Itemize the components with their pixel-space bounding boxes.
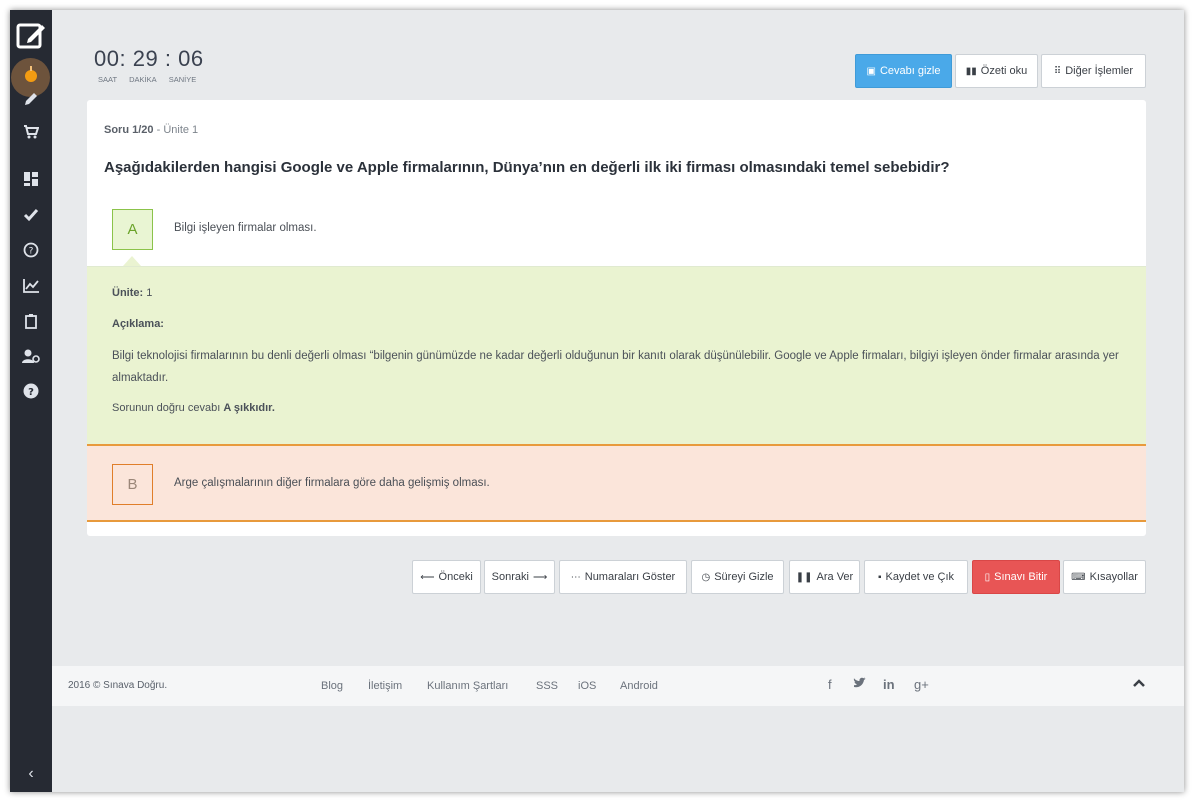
grid-icon: ⠿	[1053, 65, 1062, 77]
explanation-body: Bilgi teknolojisi firmalarının bu denli …	[112, 350, 1119, 384]
pencil-icon[interactable]	[10, 84, 52, 114]
chevron-up-icon[interactable]	[1132, 675, 1146, 693]
explanation-title: Açıklama:	[112, 318, 164, 330]
footer-link-faq[interactable]: SSS	[536, 680, 558, 692]
footer-link-contact[interactable]: İletişim	[368, 680, 402, 692]
shortcuts-label: Kısayollar	[1089, 571, 1138, 583]
correct-answer-bold: A şıkkıdır.	[223, 402, 275, 414]
arrow-left-icon: ⟵	[420, 571, 435, 583]
other-actions-label: Diğer İşlemler	[1065, 65, 1134, 77]
help-icon[interactable]: ?	[10, 376, 52, 406]
explanation-panel: Ünite: 1 Açıklama: Bilgi teknolojisi fir…	[87, 266, 1146, 446]
timer-sep: :	[164, 46, 172, 71]
option-b-letter[interactable]: B	[112, 464, 153, 505]
google-plus-icon[interactable]: g+	[914, 677, 929, 692]
question-card: Soru 1/20 - Ünite 1 Aşağıdakilerden hang…	[87, 100, 1146, 536]
option-b-text[interactable]: Arge çalışmalarının diğer firmalara göre…	[174, 477, 490, 489]
question-text: Aşağıdakilerden hangisi Google ve Apple …	[104, 159, 950, 176]
sidebar: ? ? ‹	[10, 10, 52, 792]
hide-time-label: Süreyi Gizle	[714, 571, 774, 583]
twitter-icon[interactable]	[853, 677, 867, 692]
copyright: 2016 © Sınava Doğru.	[68, 680, 168, 691]
timer-label-minutes: DAKİKA	[129, 75, 157, 84]
notification-dot-icon	[25, 70, 37, 82]
read-summary-label: Özeti oku	[980, 65, 1028, 77]
question-meta: Soru 1/20 - Ünite 1	[104, 124, 198, 136]
pause-icon: ❚❚	[795, 571, 813, 583]
shortcuts-button[interactable]: ⌨ Kısayollar	[1063, 560, 1146, 594]
correct-answer-note: Sorunun doğru cevabı A şıkkıdır.	[112, 402, 275, 414]
svg-text:?: ?	[29, 247, 34, 257]
footer-link-terms[interactable]: Kullanım Şartları	[427, 680, 508, 692]
previous-button[interactable]: ⟵ Önceki	[412, 560, 481, 594]
bookmark-icon: ▯	[984, 571, 991, 583]
cart-icon[interactable]	[10, 117, 52, 147]
save-exit-label: Kaydet ve Çık	[885, 571, 955, 583]
keyboard-icon: ⌨	[1071, 571, 1086, 583]
save-icon: ▪	[877, 571, 882, 583]
check-icon[interactable]	[10, 200, 52, 230]
app-window: ? ? ‹ 00: 29 : 06 SAAT DAKİKA SANİYE ▣ C…	[10, 10, 1184, 792]
option-b-row[interactable]: B Arge çalışmalarının diğer firmalara gö…	[87, 446, 1146, 522]
explanation-unit: Ünite: 1	[112, 287, 152, 299]
timer-labels: SAAT DAKİKA SANİYE	[94, 75, 206, 84]
footer-link-blog[interactable]: Blog	[321, 680, 343, 692]
chart-icon[interactable]	[10, 271, 52, 301]
show-numbers-label: Numaraları Göster	[584, 571, 676, 583]
clock-icon: ◷	[701, 571, 711, 583]
timer-label-hours: SAAT	[98, 75, 118, 84]
option-a-letter[interactable]: A	[112, 209, 153, 250]
hide-answer-label: Cevabı gizle	[879, 65, 941, 77]
next-button[interactable]: Sonraki ⟶	[484, 560, 555, 594]
finish-exam-label: Sınavı Bitir	[994, 571, 1048, 583]
user-settings-icon[interactable]	[10, 341, 52, 371]
timer-sep: :	[119, 46, 127, 71]
timer-seconds: 06	[178, 46, 204, 71]
pause-button[interactable]: ❚❚ Ara Ver	[789, 560, 860, 594]
timer-label-seconds: SANİYE	[168, 75, 197, 84]
show-numbers-button[interactable]: ⋯ Numaraları Göster	[559, 560, 687, 594]
countdown-timer: 00: 29 : 06 SAAT DAKİKA SANİYE	[94, 46, 206, 84]
timer-minutes: 29	[132, 46, 159, 71]
footer-link-android[interactable]: Android	[620, 680, 658, 692]
ellipsis-icon: ⋯	[570, 571, 581, 583]
linkedin-icon[interactable]: in	[883, 677, 895, 692]
hide-answer-button[interactable]: ▣ Cevabı gizle	[855, 54, 952, 88]
question-number: Soru 1/20	[104, 124, 154, 136]
finish-exam-button[interactable]: ▯ Sınavı Bitir	[972, 560, 1060, 594]
footer-link-ios[interactable]: iOS	[578, 680, 596, 692]
timer-digits: 00: 29 : 06	[94, 46, 206, 72]
footer: 2016 © Sınava Doğru. Blog İletişim Kulla…	[52, 666, 1184, 706]
comment-icon: ▣	[866, 65, 876, 77]
question-unit: - Ünite 1	[156, 124, 199, 136]
svg-text:?: ?	[28, 387, 34, 398]
read-summary-button[interactable]: ▮▮ Özeti oku	[955, 54, 1038, 88]
other-actions-button[interactable]: ⠿ Diğer İşlemler	[1041, 54, 1146, 88]
explanation-unit-label: Ünite:	[112, 287, 144, 299]
chevron-left-icon[interactable]: ‹	[10, 762, 52, 786]
dashboard-icon[interactable]	[10, 164, 52, 194]
option-a-text[interactable]: Bilgi işleyen firmalar olması.	[174, 222, 317, 234]
pause-label: Ara Ver	[816, 571, 854, 583]
next-label: Sonraki	[491, 571, 529, 583]
save-exit-button[interactable]: ▪ Kaydet ve Çık	[864, 560, 968, 594]
timer-hours: 00	[94, 46, 120, 71]
arrow-right-icon: ⟶	[532, 571, 548, 583]
explanation-pointer	[123, 256, 141, 266]
previous-label: Önceki	[438, 571, 473, 583]
explanation-unit-value: 1	[146, 287, 153, 299]
notification-dot-stem	[30, 66, 32, 71]
book-icon: ▮▮	[965, 65, 977, 77]
facebook-icon[interactable]: f	[828, 677, 832, 692]
question-circle-icon[interactable]: ?	[10, 235, 52, 265]
clipboard-icon[interactable]	[10, 306, 52, 336]
correct-answer-prefix: Sorunun doğru cevabı	[112, 402, 221, 414]
hide-time-button[interactable]: ◷ Süreyi Gizle	[691, 560, 784, 594]
edit-square-icon[interactable]	[10, 16, 52, 54]
